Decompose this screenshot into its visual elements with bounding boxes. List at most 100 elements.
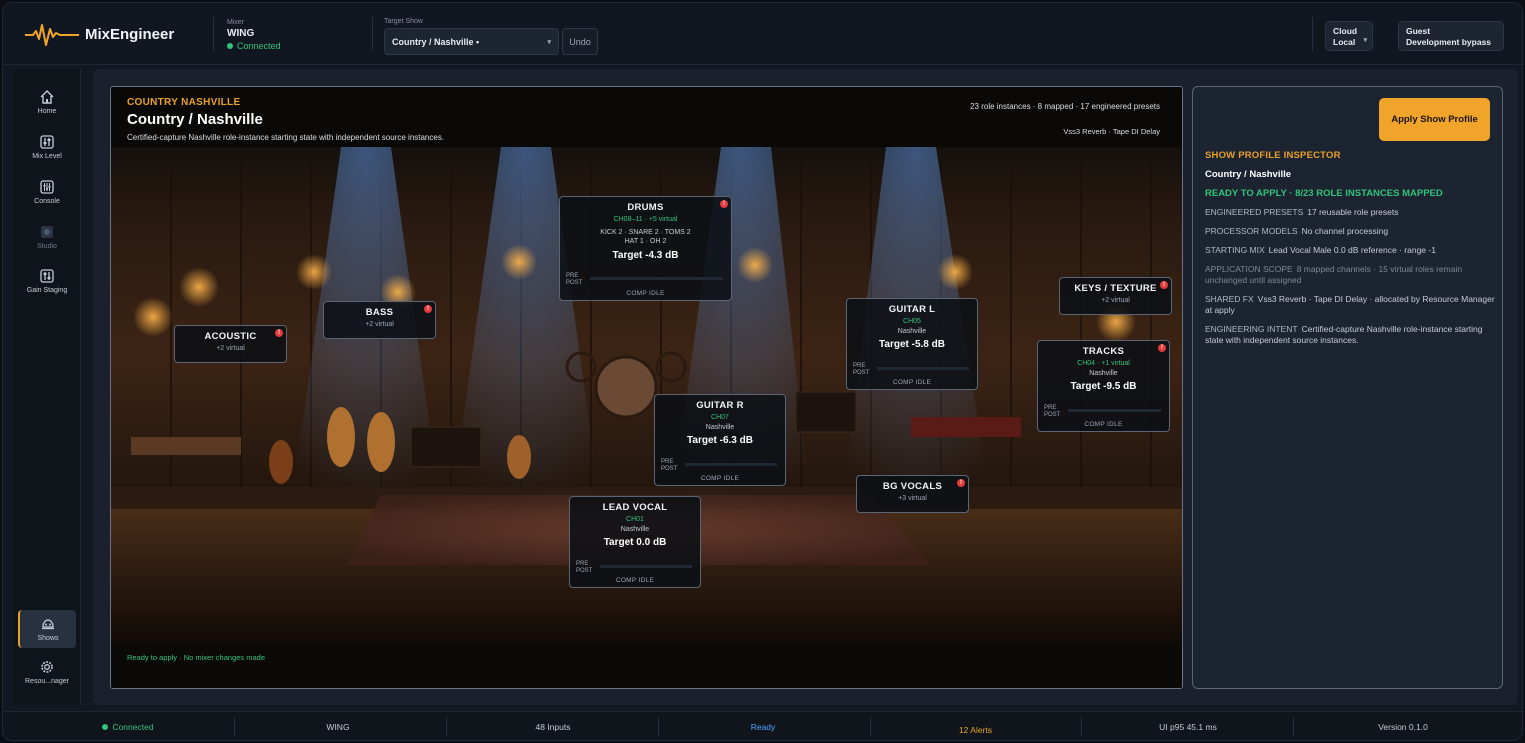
- divider: [1081, 718, 1082, 736]
- mixer-name: WING: [227, 28, 255, 39]
- role-region: Nashville: [897, 328, 927, 335]
- main-content: COUNTRY NASHVILLE Country / Nashville Ce…: [93, 69, 1518, 705]
- shows-icon: [42, 619, 54, 630]
- divider: [658, 718, 659, 736]
- status-dot-icon: [227, 43, 233, 49]
- role-channel: CH05: [903, 318, 921, 325]
- role-name: GUITAR L: [888, 304, 936, 315]
- status-mixer: WING: [326, 722, 350, 732]
- cloud-mode-select[interactable]: Cloud Local ▾: [1325, 21, 1373, 51]
- divider: [213, 17, 214, 51]
- row-key: ENGINEERING INTENT: [1205, 324, 1298, 334]
- target-show-select[interactable]: Country / Nashville • ▾: [384, 28, 559, 55]
- inspector-ready-status: READY TO APPLY · 8/23 ROLE INSTANCES MAP…: [1205, 188, 1443, 199]
- role-instances: HAT 1 · OH 2: [624, 238, 667, 245]
- role-card-tracks[interactable]: ! TRACKS CH04 · +1 virtual Nashville Tar…: [1037, 340, 1170, 432]
- sidebar-item-label: Mix Level: [32, 153, 62, 160]
- engineering-intent-row: ENGINEERING INTENT Certified-capture Nash…: [1205, 324, 1495, 346]
- role-card-guitar-l[interactable]: GUITAR L CH05 Nashville Target -5.8 dB P…: [846, 298, 978, 390]
- role-card-acoustic[interactable]: ! ACOUSTIC +2 virtual: [174, 325, 287, 363]
- sidebar-item-studio[interactable]: Studio: [13, 224, 81, 250]
- undo-button[interactable]: Undo: [562, 28, 598, 55]
- row-value: No channel processing: [1301, 226, 1389, 236]
- role-virtual: +2 virtual: [216, 345, 245, 352]
- role-channel: CH08–11 · +5 virtual: [613, 216, 678, 223]
- user-name: Guest: [1406, 26, 1431, 36]
- waveform-logo-icon: [25, 24, 79, 46]
- role-card-guitar-r[interactable]: GUITAR R CH07 Nashville Target -6.3 dB P…: [654, 394, 786, 486]
- sidebar-item-label: Gain Staging: [26, 287, 68, 294]
- comp-status: COMP IDLE: [626, 290, 665, 297]
- shared-fx-row: SHARED FX Vss3 Reverb · Tape DI Delay · a…: [1205, 294, 1495, 316]
- role-target: Target -4.3 dB: [612, 250, 679, 261]
- gear-icon: [41, 661, 53, 673]
- apply-show-profile-button[interactable]: Apply Show Profile: [1379, 98, 1490, 141]
- role-card-lead-vocal[interactable]: LEAD VOCAL CH01 Nashville Target 0.0 dB …: [569, 496, 701, 588]
- divider: [446, 718, 447, 736]
- status-connected: Connected: [93, 712, 163, 740]
- user-menu-button[interactable]: Guest Development bypass: [1398, 21, 1504, 51]
- inspector-heading: SHOW PROFILE INSPECTOR: [1205, 150, 1341, 161]
- sidebar-item-resource-manager[interactable]: Resou...nager: [13, 659, 81, 685]
- post-label: POST: [853, 370, 870, 376]
- status-bar: Connected WING 48 Inputs Ready 12 Alerts…: [3, 711, 1522, 740]
- sidebar-item-console[interactable]: Console: [13, 179, 81, 205]
- role-region: Nashville: [620, 526, 650, 533]
- sidebar-item-gain-staging[interactable]: Gain Staging: [13, 268, 81, 294]
- stage-view: COUNTRY NASHVILLE Country / Nashville Ce…: [110, 86, 1183, 689]
- role-virtual: +2 virtual: [1101, 297, 1130, 304]
- level-meter: [1068, 409, 1161, 412]
- console-icon: [40, 180, 54, 194]
- sidebar-item-label: Shows: [37, 635, 59, 642]
- role-name: TRACKS: [1082, 346, 1125, 357]
- stage-backdrop-image: [111, 87, 1182, 688]
- role-channel: CH07: [711, 414, 729, 421]
- role-card-bass[interactable]: ! BASS +2 virtual: [323, 301, 436, 339]
- role-name: GUITAR R: [696, 400, 744, 411]
- role-name: KEYS / TEXTURE: [1074, 283, 1157, 294]
- sidebar-item-mix-level[interactable]: Mix Level: [13, 134, 81, 160]
- show-profile-inspector: Apply Show Profile SHOW PROFILE INSPECTO…: [1192, 86, 1503, 689]
- status-alerts[interactable]: 12 Alerts: [928, 715, 1023, 740]
- role-target: Target -6.3 dB: [687, 435, 753, 446]
- row-key: PROCESSOR MODELS: [1205, 226, 1298, 236]
- status-ready: Ready: [750, 722, 776, 732]
- apply-status: Ready to apply · No mixer changes made: [127, 653, 265, 662]
- show-title: Country / Nashville: [127, 111, 263, 128]
- cloud-label: Cloud: [1333, 26, 1358, 36]
- comp-status: COMP IDLE: [615, 577, 655, 584]
- sidebar-item-label: Resou...nager: [25, 678, 69, 685]
- post-label: POST: [1044, 412, 1061, 418]
- connection-status: Connected: [227, 41, 281, 51]
- pre-label: PRE: [1044, 405, 1057, 411]
- mixer-status[interactable]: Mixer WING Connected: [227, 19, 281, 51]
- status-version: Version 0.1.0: [1378, 722, 1428, 732]
- role-name: DRUMS: [627, 202, 664, 213]
- role-channel: CH01: [626, 516, 644, 523]
- app-name: MixEngineer: [85, 25, 175, 43]
- sidebar-item-label: Console: [34, 198, 60, 205]
- sidebar-item-home[interactable]: Home: [13, 89, 81, 115]
- target-show-value: Country / Nashville •: [392, 36, 480, 47]
- app-logo[interactable]: MixEngineer: [25, 21, 174, 47]
- role-card-drums[interactable]: ! DRUMS CH08–11 · +5 virtual KICK 2 · SN…: [559, 196, 732, 301]
- divider: [372, 17, 373, 51]
- sidebar-item-shows[interactable]: Shows: [18, 610, 76, 648]
- status-performance: UI p95 45.1 ms: [1159, 722, 1217, 732]
- cloud-value: Local: [1333, 37, 1356, 47]
- comp-status: COMP IDLE: [892, 379, 932, 386]
- status-connected-label: Connected: [112, 722, 154, 732]
- role-card-keys-texture[interactable]: ! KEYS / TEXTURE +2 virtual: [1059, 277, 1172, 315]
- processor-models-row: PROCESSOR MODELS No channel processing: [1205, 226, 1495, 237]
- app-window: MixEngineer Mixer WING Connected Target …: [2, 2, 1523, 741]
- role-card-bg-vocals[interactable]: ! BG VOCALS +3 virtual: [856, 475, 969, 513]
- application-scope-row: APPLICATION SCOPE 8 mapped channels · 15 …: [1205, 264, 1495, 286]
- role-name: ACOUSTIC: [204, 331, 257, 342]
- show-description: Certified-capture Nashville role-instanc…: [127, 133, 445, 142]
- comp-status: COMP IDLE: [1084, 421, 1123, 428]
- post-label: POST: [576, 568, 593, 574]
- role-name: LEAD VOCAL: [602, 502, 668, 513]
- pre-label: PRE: [661, 459, 674, 465]
- divider: [234, 718, 235, 736]
- target-show-label: Target Show: [384, 18, 423, 25]
